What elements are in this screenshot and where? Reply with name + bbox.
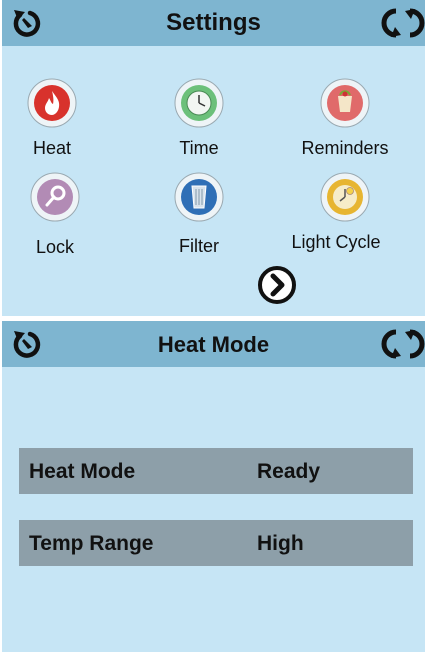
clock-icon <box>174 78 224 128</box>
filter-icon <box>174 172 224 222</box>
settings-header: Settings <box>2 0 425 46</box>
refresh-icon <box>381 329 425 359</box>
tile-label-lock: Lock <box>35 237 75 257</box>
tile-label-heat: Heat <box>32 138 72 158</box>
flame-icon <box>27 78 77 128</box>
refresh-button[interactable] <box>381 6 425 40</box>
tile-label-light-cycle: Light Cycle <box>291 232 381 252</box>
row-label: Heat Mode <box>29 460 136 483</box>
chevron-right-circle-icon <box>258 266 296 304</box>
refresh-icon <box>381 8 425 38</box>
heat-mode-screen: Heat Mode Heat Mode Ready Temp Range Hig… <box>2 321 425 652</box>
filter-tile[interactable]: Filter <box>139 172 259 292</box>
tile-label-time: Time <box>179 138 219 158</box>
row-value: High <box>257 532 304 555</box>
page-title: Heat Mode <box>157 332 270 357</box>
lock-tile[interactable]: Lock <box>2 172 115 292</box>
page-title: Settings <box>166 9 261 36</box>
temp-range-row[interactable]: Temp Range High <box>19 520 413 566</box>
light-cycle-icon <box>320 172 370 222</box>
refresh-button[interactable] <box>381 327 425 361</box>
next-page-button[interactable] <box>257 265 297 305</box>
reminder-icon <box>320 78 370 128</box>
tile-label-reminders: Reminders <box>301 138 389 158</box>
row-value: Ready <box>257 460 321 483</box>
lock-key-icon <box>30 172 80 222</box>
row-label: Temp Range <box>29 532 154 555</box>
heat-mode-header: Heat Mode <box>2 321 425 367</box>
tile-label-filter: Filter <box>179 236 219 256</box>
heat-mode-row[interactable]: Heat Mode Ready <box>19 448 413 494</box>
settings-screen: Settings Heat Time Reminders Lock Filter… <box>2 0 425 316</box>
